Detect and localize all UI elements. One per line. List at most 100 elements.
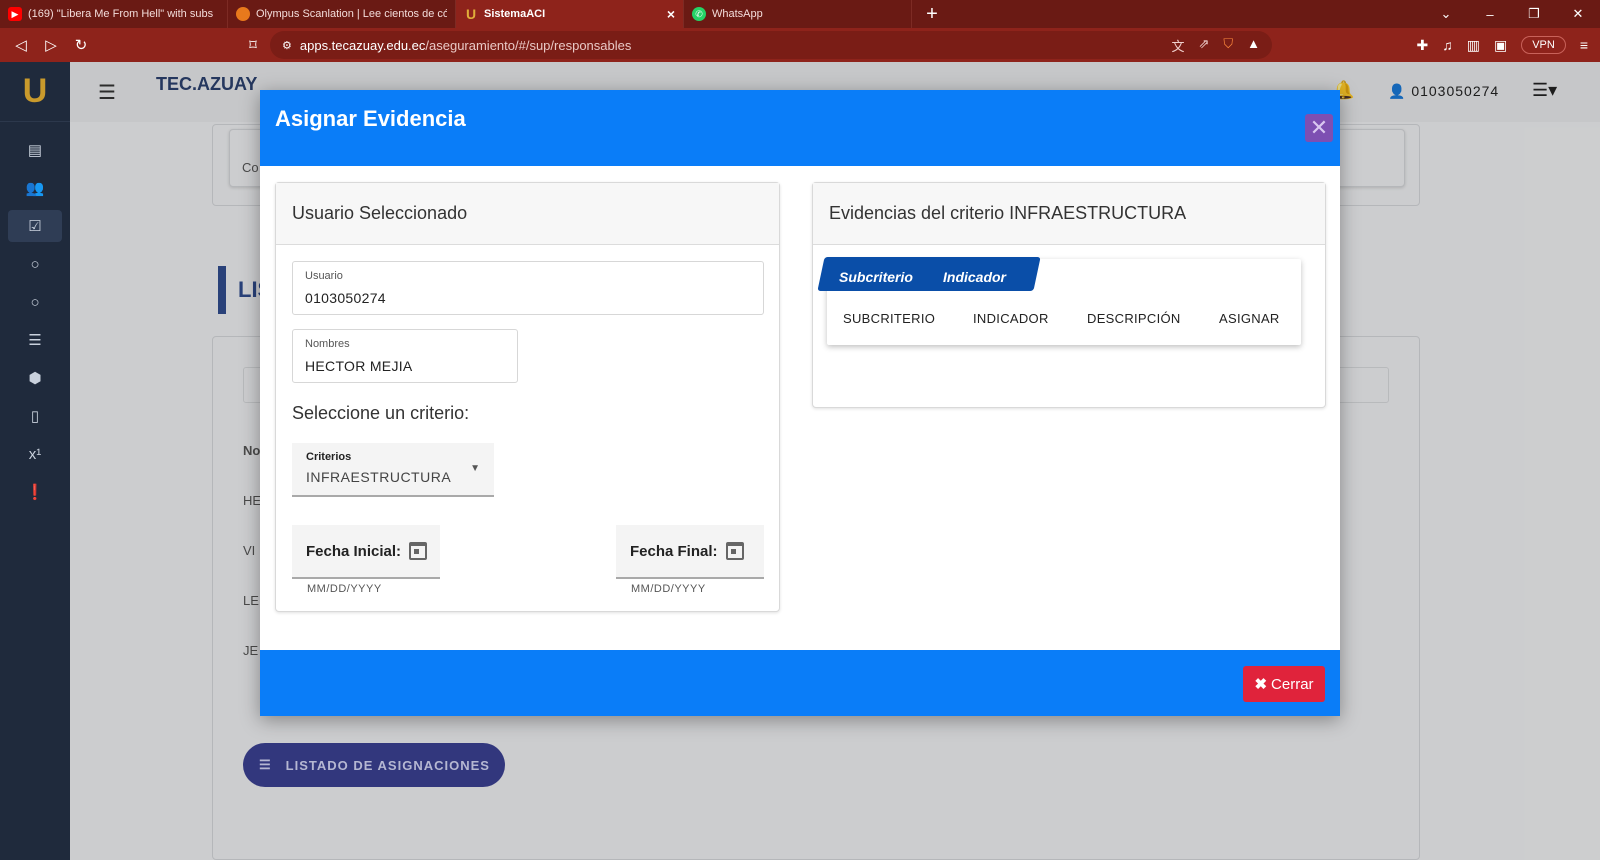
chevron-down-icon: ▼: [470, 463, 480, 474]
media-icon[interactable]: ♫: [1442, 37, 1453, 53]
browser-tab-strip: ▶ (169) "Libera Me From Hell" with subs …: [0, 0, 1600, 28]
cerrar-button[interactable]: ✖ Cerrar: [1243, 666, 1325, 702]
criterios-value: INFRAESTRUCTURA: [306, 469, 452, 485]
tab-label: Olympus Scanlation | Lee cientos de cómi…: [256, 8, 447, 20]
tab-list-chevron-icon[interactable]: ⌄: [1424, 0, 1468, 28]
usuario-panel: Usuario Seleccionado Usuario 0103050274 …: [275, 182, 780, 612]
olympus-icon: [236, 7, 250, 21]
close-icon: ✖: [1254, 676, 1268, 693]
alert-icon: ❗: [25, 484, 45, 501]
share-icon[interactable]: ⇗: [1198, 36, 1209, 55]
browser-tab-sistemaaci[interactable]: U SistemaACI ×: [456, 0, 684, 28]
tab-label: SistemaACI: [484, 8, 546, 20]
modal-title: Asignar Evidencia: [275, 106, 466, 131]
column-header[interactable]: INDICADOR: [973, 311, 1049, 326]
tecazuay-icon: U: [465, 6, 477, 22]
browser-toolbar: ◁ ▷ ↻ ⌑ ⚙ apps.tecazuay.edu.ec /aseguram…: [0, 28, 1600, 62]
browser-tab-whatsapp[interactable]: ✆ WhatsApp: [684, 0, 912, 28]
fecha-final-label: Fecha Final:: [630, 542, 718, 560]
sidebar-item-circle-1[interactable]: ○: [8, 248, 62, 280]
url-host: apps.tecazuay.edu.ec: [299, 37, 426, 53]
fecha-final-field[interactable]: Fecha Final:: [616, 525, 764, 579]
criterios-label: Criterios: [306, 451, 352, 463]
tab-label: WhatsApp: [712, 8, 763, 20]
evidencias-table-card: Subcriterio Indicador SUBCRITERIO INDICA…: [817, 257, 1301, 345]
back-icon[interactable]: ◁: [6, 30, 36, 60]
browser-tab-olympus[interactable]: Olympus Scanlation | Lee cientos de cómi…: [228, 0, 456, 28]
sidebar-item-document[interactable]: ▯: [8, 400, 62, 432]
minimize-icon[interactable]: –: [1468, 0, 1512, 28]
vpn-button[interactable]: VPN: [1521, 36, 1566, 54]
extensions-icon[interactable]: ✚: [1417, 37, 1429, 54]
sidebar-item-box[interactable]: ⬢: [8, 362, 62, 394]
column-header[interactable]: SUBCRITERIO: [843, 311, 935, 326]
close-window-icon[interactable]: ✕: [1556, 0, 1600, 28]
fecha-final-hint: MM/DD/YYYY: [631, 583, 706, 595]
superscript-icon: x¹: [28, 445, 42, 463]
toolbar-right: ✚ ♫ ▥ ▣ VPN ≡: [1417, 28, 1600, 62]
sidebar-item-superscript[interactable]: x¹: [8, 438, 62, 470]
fecha-inicial-field[interactable]: Fecha Inicial:: [292, 525, 440, 579]
usuario-value: 0103050274: [305, 290, 386, 306]
browser-menu-icon[interactable]: ≡: [1580, 37, 1588, 53]
usuario-field[interactable]: Usuario 0103050274: [292, 261, 764, 315]
brave-shield-icon[interactable]: ⛉: [1223, 36, 1233, 55]
forward-icon[interactable]: ▷: [36, 30, 66, 60]
window-controls: ⌄ – ❐ ✕: [1424, 0, 1600, 28]
address-bar[interactable]: ⚙ apps.tecazuay.edu.ec /aseguramiento/#/…: [270, 31, 1272, 59]
url-path: /aseguramiento/#/sup/responsables: [425, 37, 632, 53]
modal-footer: ✖ Cerrar: [260, 650, 1340, 716]
sidebar-toggle-icon[interactable]: ▥: [1467, 37, 1480, 54]
usuario-label: Usuario: [305, 270, 343, 282]
asignar-evidencia-modal: Asignar Evidencia ✕ Usuario Seleccionado…: [260, 90, 1340, 716]
sidebar-item-tasks[interactable]: ☰: [8, 324, 62, 356]
close-tab-icon[interactable]: ×: [667, 6, 675, 22]
site-info-icon[interactable]: ⚙: [282, 39, 292, 52]
column-header[interactable]: DESCRIPCIÓN: [1087, 311, 1181, 326]
translate-icon[interactable]: 文: [1171, 36, 1184, 55]
nombres-value: HECTOR MEJIA: [305, 358, 413, 374]
nombres-field[interactable]: Nombres HECTOR MEJIA: [292, 329, 518, 383]
sidebar-item-circle-2[interactable]: ○: [8, 286, 62, 318]
youtube-icon: ▶: [8, 7, 22, 21]
brave-rewards-icon[interactable]: ▲: [1247, 36, 1260, 55]
usuario-panel-title: Usuario Seleccionado: [276, 183, 779, 245]
checkbox-icon: ☑: [28, 218, 42, 235]
sidebar-item-info[interactable]: ❗: [8, 476, 62, 508]
criterios-select[interactable]: Criterios INFRAESTRUCTURA ▼: [292, 443, 494, 497]
evidencias-panel: Evidencias del criterio INFRAESTRUCTURA …: [812, 182, 1326, 408]
whatsapp-icon: ✆: [692, 7, 706, 21]
calendar-icon[interactable]: [409, 542, 428, 560]
circle-icon: ○: [30, 255, 40, 273]
new-tab-button[interactable]: +: [912, 0, 952, 28]
vpn-label: VPN: [1532, 39, 1555, 51]
restore-icon[interactable]: ❐: [1512, 0, 1556, 28]
sidebar-item-check[interactable]: ☑: [8, 210, 62, 242]
cerrar-label: Cerrar: [1271, 675, 1314, 693]
fecha-inicial-label: Fecha Inicial:: [306, 542, 402, 560]
cube-icon: ⬢: [28, 370, 42, 387]
app-sidebar: U ▤ 👥 ☑ ○ ○ ☰ ⬢ ▯ x¹ ❗: [0, 62, 70, 860]
fecha-inicial-hint: MM/DD/YYYY: [307, 583, 382, 595]
tab-subcriterio[interactable]: Subcriterio: [839, 263, 913, 291]
tab-indicador[interactable]: Indicador: [943, 263, 1006, 291]
column-header[interactable]: ASIGNAR: [1219, 311, 1280, 326]
reload-icon[interactable]: ↻: [66, 30, 96, 60]
sidebar-item-users[interactable]: 👥: [8, 172, 62, 204]
browser-tab-youtube[interactable]: ▶ (169) "Libera Me From Hell" with subs: [0, 0, 228, 28]
document-icon: ▯: [30, 408, 40, 425]
card-icon: ▤: [27, 142, 43, 159]
app-logo-icon: U: [0, 62, 70, 122]
calendar-icon[interactable]: [725, 542, 744, 560]
users-icon: 👥: [25, 180, 45, 197]
list-icon: ☰: [28, 332, 42, 349]
bookmark-icon[interactable]: ⌑: [238, 30, 268, 60]
tab-label: (169) "Libera Me From Hell" with subs: [28, 8, 214, 20]
wallet-icon[interactable]: ▣: [1494, 37, 1507, 54]
criterio-prompt: Seleccione un criterio:: [292, 403, 470, 423]
circle-icon: ○: [30, 293, 40, 311]
sidebar-item-list[interactable]: ▤: [8, 134, 62, 166]
nombres-label: Nombres: [305, 338, 350, 350]
modal-header: Asignar Evidencia ✕: [260, 90, 1340, 166]
modal-close-icon[interactable]: ✕: [1305, 114, 1333, 142]
